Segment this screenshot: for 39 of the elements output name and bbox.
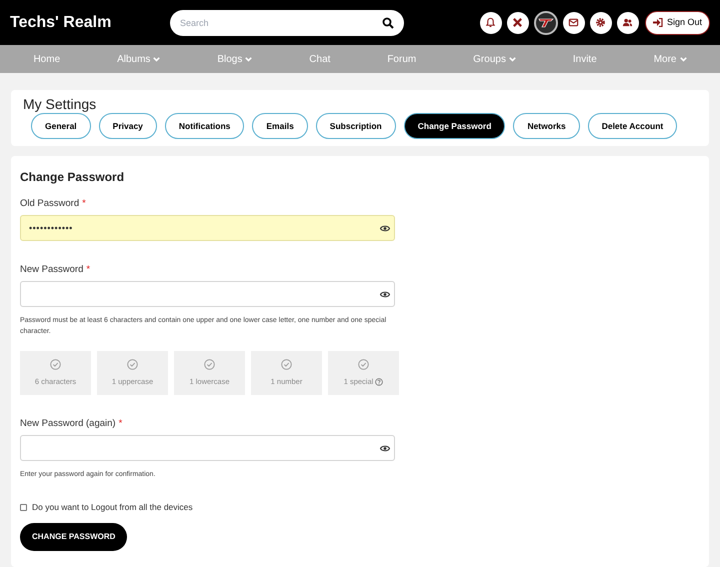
eye-icon[interactable]	[380, 445, 390, 452]
eye-icon[interactable]	[380, 291, 390, 298]
sign-in-arrow-icon	[652, 18, 663, 27]
site-title[interactable]: Techs' Realm	[10, 10, 170, 34]
settings-tab[interactable]: General	[31, 113, 91, 139]
bell-button[interactable]	[480, 12, 502, 34]
required-mark: *	[82, 198, 86, 210]
sign-out-button[interactable]: Sign Out	[644, 10, 710, 34]
settings-tab[interactable]: Delete Account	[588, 113, 678, 139]
question-circle-icon[interactable]	[375, 378, 384, 386]
envelope-icon	[568, 17, 580, 28]
checkbox[interactable]	[20, 504, 27, 510]
settings-tab[interactable]: Change Password	[404, 113, 506, 139]
field-label: New Password	[20, 264, 84, 276]
page-heading: My Settings	[23, 95, 98, 113]
users-icon	[622, 17, 634, 28]
eye-icon[interactable]	[380, 225, 390, 232]
password-field[interactable]	[20, 435, 395, 461]
gear-button[interactable]	[590, 12, 612, 34]
users-button[interactable]	[616, 12, 639, 34]
required-mark: *	[86, 264, 90, 276]
search-field[interactable]: Search	[170, 10, 404, 36]
bell-icon	[485, 17, 496, 28]
avatar-icon[interactable]	[534, 10, 558, 34]
checkbox-label: Do you want to Logout from all the devices	[32, 501, 193, 513]
change-password-button[interactable]: CHANGE PASSWORD	[20, 523, 128, 551]
password-field[interactable]	[20, 281, 395, 307]
envelope-button[interactable]	[562, 12, 585, 34]
password-field[interactable]: ••••••••••••	[20, 215, 395, 241]
settings-tab[interactable]: Networks	[513, 113, 580, 139]
form-heading: Change Password	[20, 169, 126, 185]
settings-tab[interactable]: Notifications	[164, 113, 244, 139]
field-label: New Password (again)	[20, 418, 116, 430]
settings-tab[interactable]: Subscription	[316, 113, 396, 139]
settings-tab[interactable]: Privacy	[98, 113, 157, 139]
search-icon[interactable]	[382, 16, 394, 28]
field-label: Old Password	[20, 198, 80, 210]
required-mark: *	[118, 418, 122, 430]
settings-tab[interactable]: Emails	[252, 113, 308, 139]
